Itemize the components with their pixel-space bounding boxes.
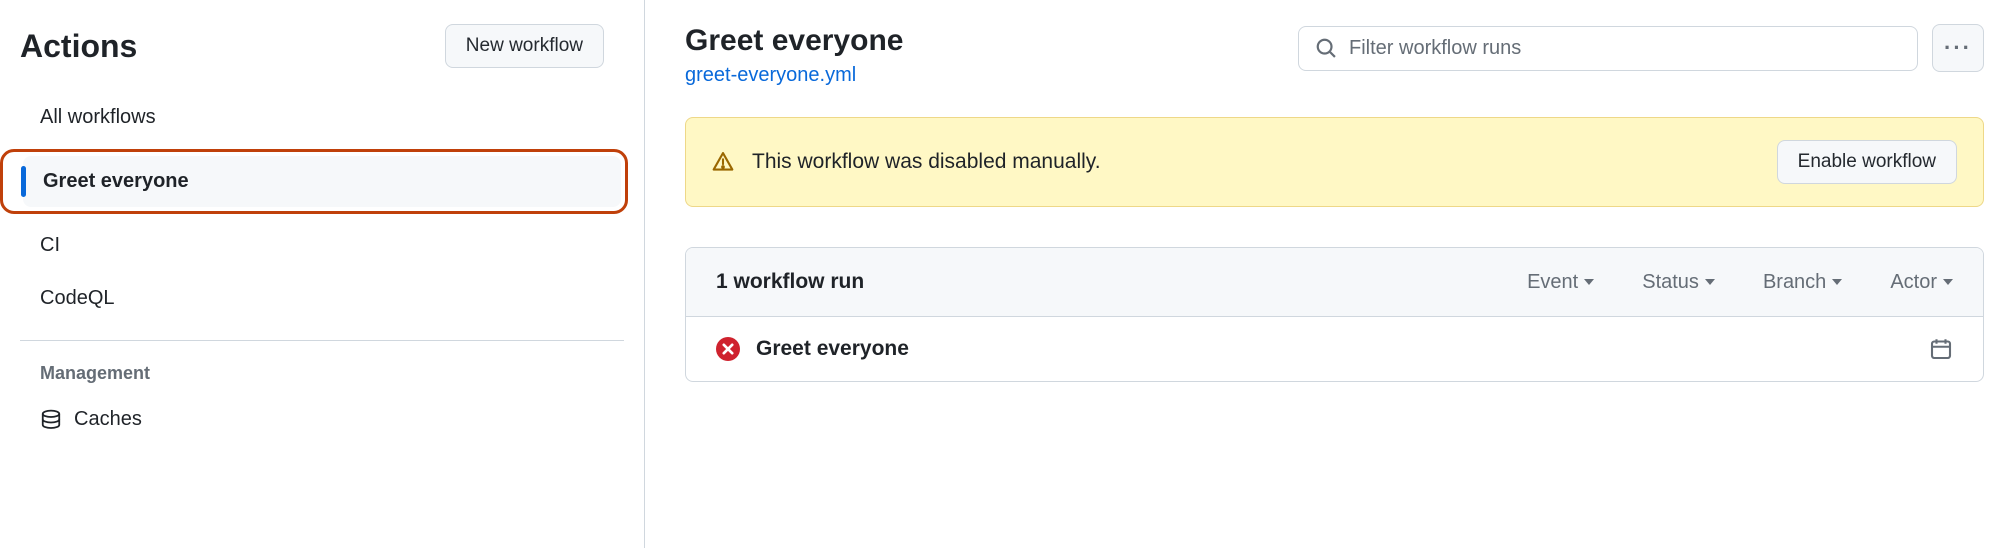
divider — [20, 340, 624, 341]
sidebar: Actions New workflow All workflows Greet… — [0, 0, 645, 548]
filter-event[interactable]: Event — [1527, 271, 1594, 294]
calendar-icon — [1929, 337, 1953, 361]
filter-label: Actor — [1890, 271, 1937, 294]
more-options-button[interactable]: ··· — [1932, 24, 1984, 72]
header-right: ··· — [1298, 24, 1984, 72]
sidebar-item-greet-everyone[interactable]: Greet everyone — [23, 156, 621, 207]
sidebar-item-greet-everyone-highlight: Greet everyone — [0, 149, 628, 214]
management-heading: Management — [20, 357, 644, 398]
workflow-runs-count: 1 workflow run — [716, 270, 864, 294]
sidebar-item-caches[interactable]: Caches — [20, 398, 644, 441]
workflow-nav-list: All workflows Greet everyone CI CodeQL — [20, 92, 644, 324]
failed-status-icon — [716, 337, 740, 361]
sidebar-item-ci[interactable]: CI — [20, 220, 624, 271]
workflow-title: Greet everyone — [685, 24, 903, 58]
filter-label: Status — [1642, 271, 1699, 294]
alert-message: This workflow was disabled manually. — [752, 150, 1101, 174]
caret-down-icon — [1584, 279, 1594, 285]
filter-branch[interactable]: Branch — [1763, 271, 1842, 294]
new-workflow-button[interactable]: New workflow — [445, 24, 604, 68]
enable-workflow-button[interactable]: Enable workflow — [1777, 140, 1957, 184]
workflow-run-row[interactable]: Greet everyone — [686, 317, 1983, 381]
sidebar-item-label: Caches — [74, 408, 142, 431]
workflow-runs-filters: Event Status Branch Actor — [1527, 271, 1953, 294]
workflow-disabled-alert: This workflow was disabled manually. Ena… — [685, 117, 1984, 207]
sidebar-item-all-workflows[interactable]: All workflows — [20, 92, 624, 143]
filter-label: Event — [1527, 271, 1578, 294]
workflow-header-row: Greet everyone greet-everyone.yml ··· — [685, 24, 1984, 87]
filter-actor[interactable]: Actor — [1890, 271, 1953, 294]
sidebar-header: Actions New workflow — [20, 24, 644, 68]
run-left: Greet everyone — [716, 337, 909, 361]
caret-down-icon — [1832, 279, 1842, 285]
filter-status[interactable]: Status — [1642, 271, 1715, 294]
workflow-runs-header: 1 workflow run Event Status Branch Actor — [686, 248, 1983, 317]
search-icon — [1315, 37, 1337, 59]
search-field[interactable] — [1298, 26, 1918, 71]
workflow-file-link[interactable]: greet-everyone.yml — [685, 64, 856, 86]
workflow-title-block: Greet everyone greet-everyone.yml — [685, 24, 903, 87]
run-name: Greet everyone — [756, 337, 909, 361]
sidebar-item-codeql[interactable]: CodeQL — [20, 273, 624, 324]
caret-down-icon — [1943, 279, 1953, 285]
main-content: Greet everyone greet-everyone.yml ··· — [645, 0, 2014, 548]
database-icon — [40, 409, 62, 431]
filter-label: Branch — [1763, 271, 1826, 294]
caret-down-icon — [1705, 279, 1715, 285]
alert-left: This workflow was disabled manually. — [712, 150, 1101, 174]
sidebar-title: Actions — [20, 28, 137, 65]
warning-icon — [712, 151, 734, 173]
kebab-icon: ··· — [1944, 35, 1972, 61]
search-input[interactable] — [1349, 37, 1901, 60]
workflow-runs-box: 1 workflow run Event Status Branch Actor — [685, 247, 1984, 382]
